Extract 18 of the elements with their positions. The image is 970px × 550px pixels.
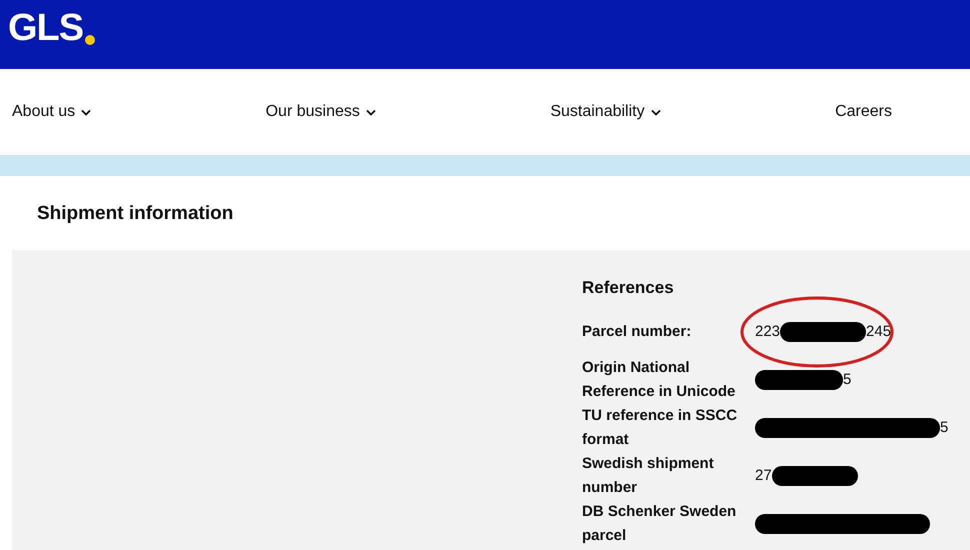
reference-label: Swedish shipment number (582, 454, 715, 498)
reference-value: 27 (755, 466, 772, 486)
reference-label: Parcel number: (582, 322, 692, 342)
reference-value: 245 (866, 322, 892, 342)
nav-link[interactable]: Careers (835, 103, 892, 121)
logo[interactable]: GLS (8, 8, 96, 46)
reference-label: DB Schenker Sweden parcel (582, 502, 738, 546)
nav-link[interactable]: About us (12, 103, 92, 121)
references-heading: References (582, 278, 675, 298)
reference-value: 5 (940, 418, 948, 438)
section-title: Shipment information (36, 202, 234, 226)
reference-label: Origin National Reference in Unicode (582, 358, 736, 402)
reference-label: TU reference in SSCC format (582, 406, 738, 450)
reference-value: 5 (843, 370, 852, 390)
logo-dot-icon (85, 34, 96, 44)
reference-value: 223 (755, 322, 780, 342)
nav-link[interactable]: Our business (266, 103, 376, 121)
nav-link[interactable]: Sustainability (550, 103, 661, 121)
